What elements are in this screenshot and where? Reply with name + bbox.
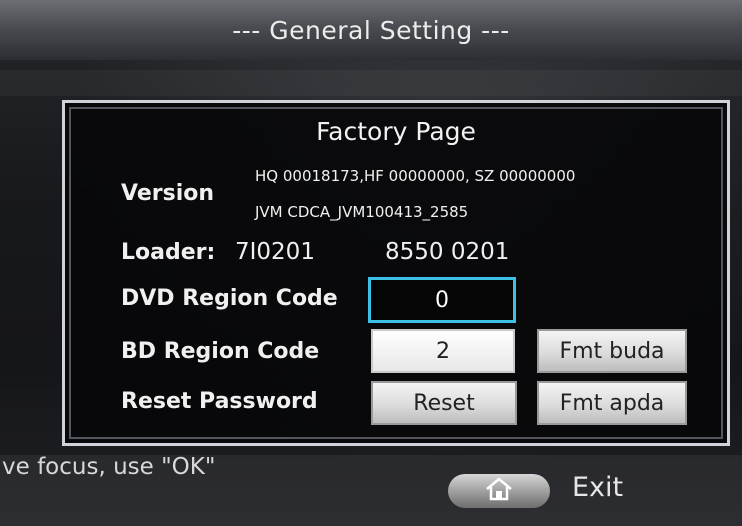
- version-line-2: JVM CDCA_JVM100413_2585: [255, 203, 469, 221]
- loader-value-2: 8550 0201: [385, 239, 510, 265]
- loader-value-1: 7I0201: [235, 239, 315, 265]
- home-button[interactable]: [448, 474, 550, 508]
- reset-button[interactable]: Reset: [371, 381, 517, 425]
- loader-label: Loader:: [121, 240, 216, 265]
- version-line-1: HQ 00018173,HF 00000000, SZ 00000000: [255, 167, 576, 185]
- exit-label: Exit: [572, 472, 624, 503]
- title-bar: --- General Setting ---: [0, 0, 742, 60]
- reset-password-label: Reset Password: [121, 389, 318, 414]
- factory-page-title: Factory Page: [316, 117, 476, 146]
- background-stripe: [0, 70, 742, 96]
- dvd-region-value: 0: [435, 287, 449, 313]
- fmt-buda-button[interactable]: Fmt buda: [537, 329, 687, 373]
- home-icon: [484, 477, 514, 505]
- bd-region-label: BD Region Code: [121, 339, 320, 364]
- tv-screen: --- General Setting --- Factory Page Ver…: [0, 0, 742, 526]
- footer-hint: ve focus, use "OK": [2, 454, 216, 480]
- bd-region-value: 2: [436, 338, 450, 364]
- fmt-apda-button[interactable]: Fmt apda: [537, 381, 687, 425]
- dvd-region-label: DVD Region Code: [121, 286, 338, 311]
- factory-panel: Factory Page Version HQ 00018173,HF 0000…: [62, 100, 730, 446]
- version-label: Version: [121, 181, 215, 206]
- dvd-region-field[interactable]: 0: [368, 277, 516, 323]
- bd-region-field[interactable]: 2: [371, 329, 515, 373]
- page-title: --- General Setting ---: [232, 15, 510, 45]
